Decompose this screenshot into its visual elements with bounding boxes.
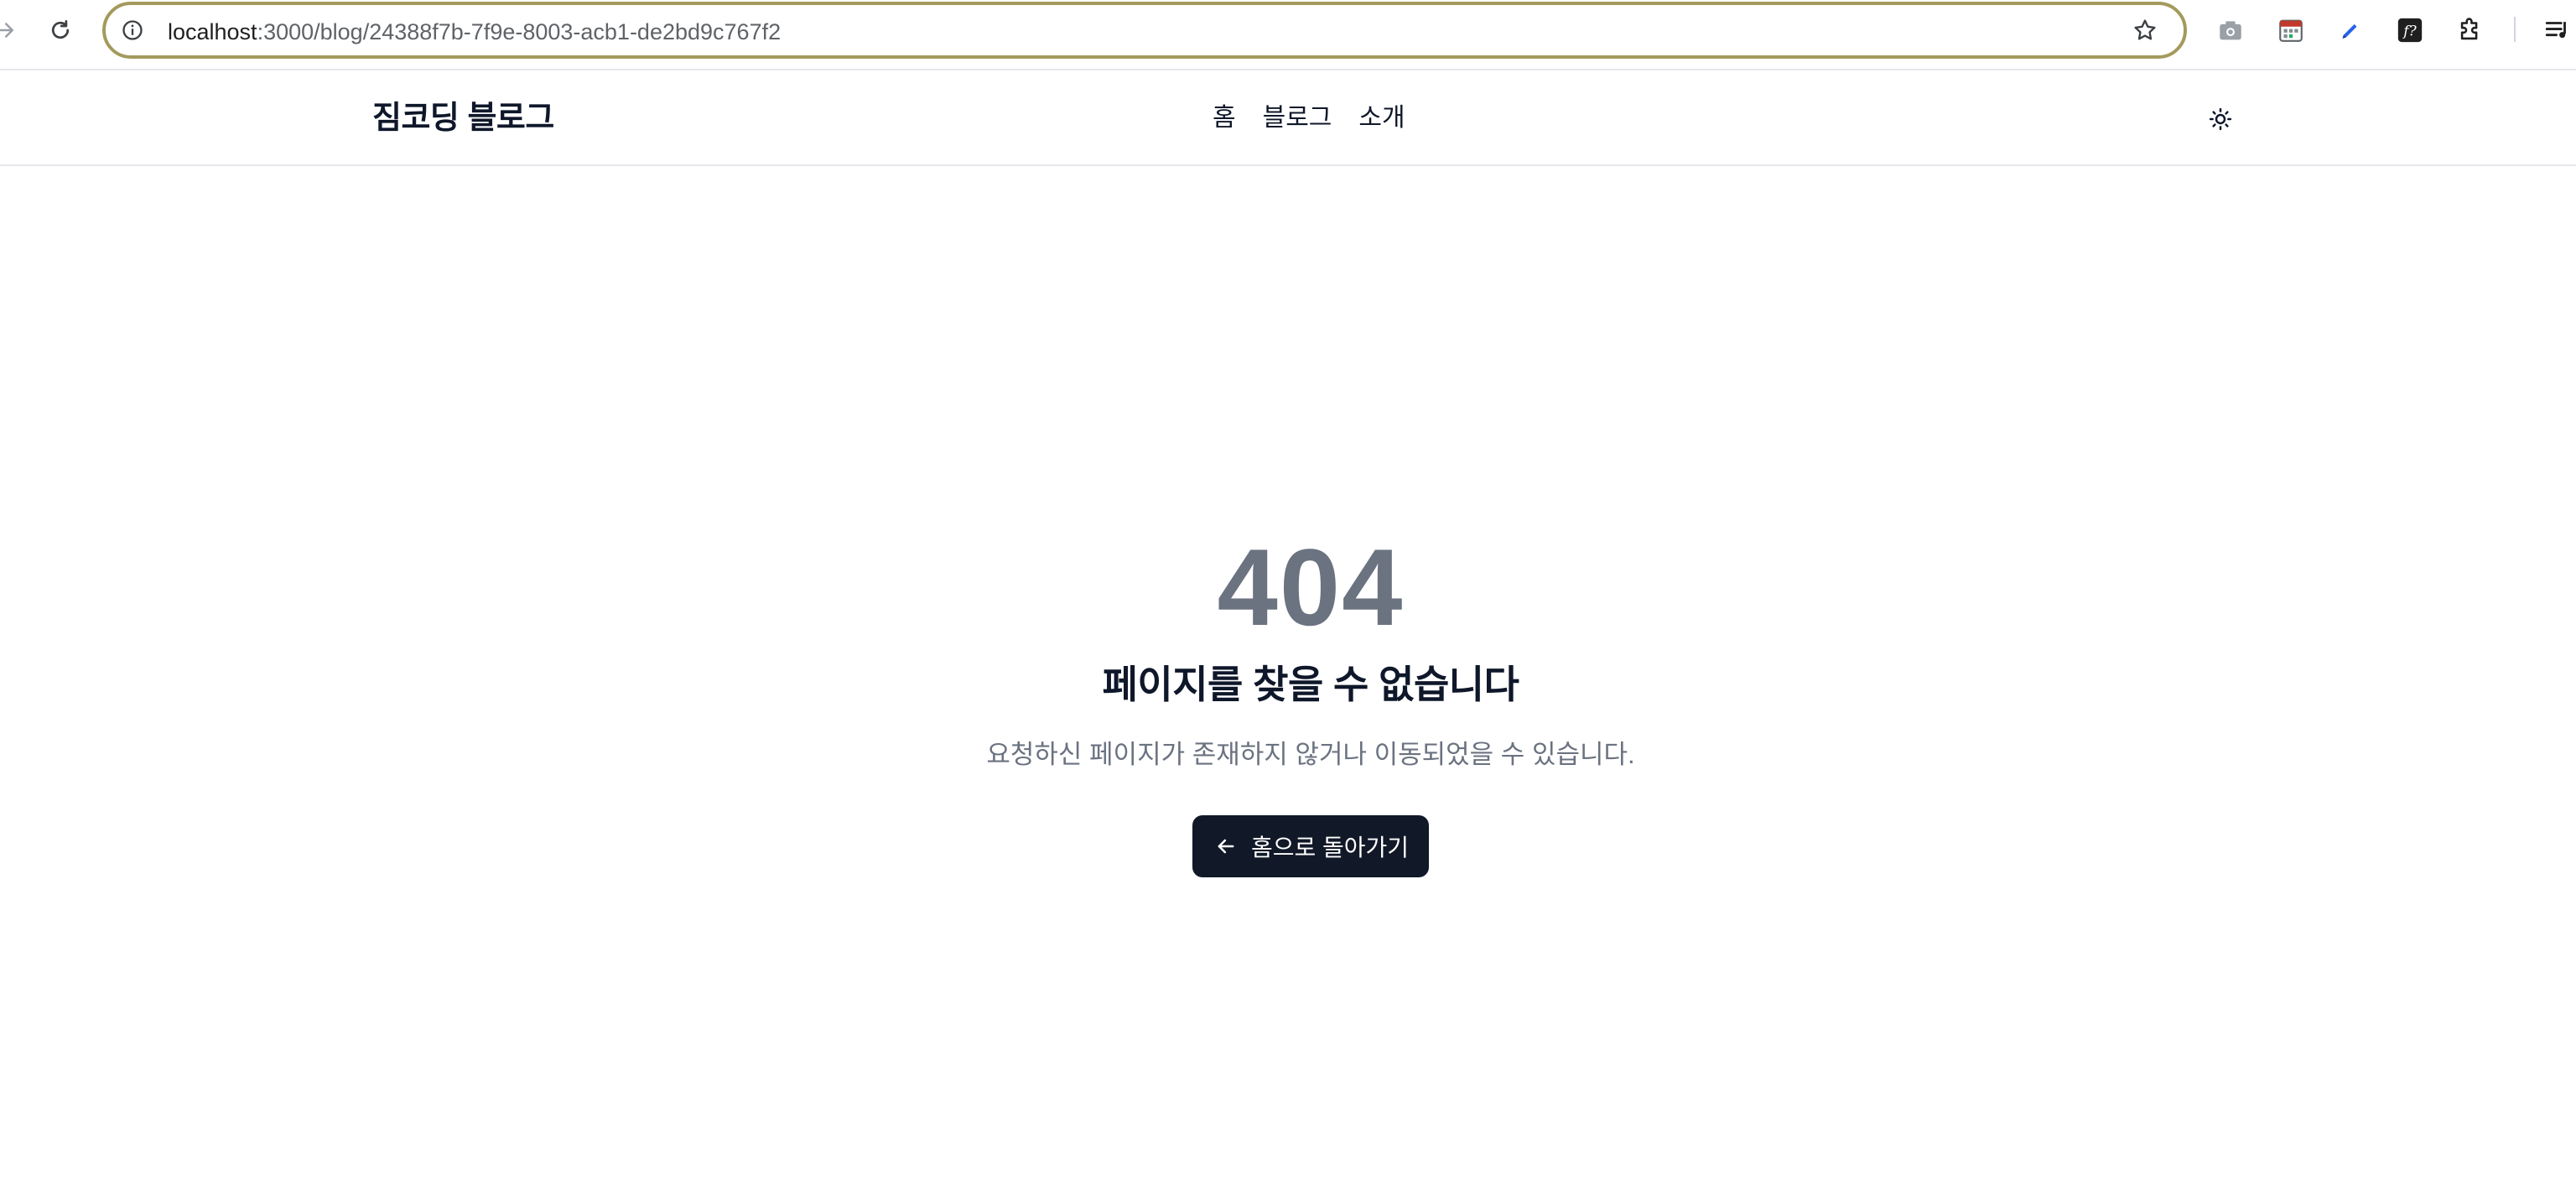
not-found-section: 404 페이지를 찾을 수 없습니다 요청하신 페이지가 존재하지 않거나 이동… — [0, 520, 2576, 877]
reload-button[interactable] — [44, 13, 77, 47]
site-header: 짐코딩 블로그 홈 블로그 소개 — [0, 72, 2576, 166]
camera-icon — [2220, 21, 2241, 40]
toolbar-divider — [2514, 17, 2516, 42]
back-home-button[interactable]: 홈으로 돌아가기 — [1192, 815, 1430, 877]
pen-icon — [2342, 23, 2357, 39]
media-queue-button[interactable] — [2539, 12, 2576, 49]
nav-link-home[interactable]: 홈 — [1213, 97, 1236, 139]
browser-toolbar: localhost:3000/blog/24388f7b-7f9e-8003-a… — [0, 0, 2576, 70]
calendar-icon — [2279, 19, 2303, 42]
error-description: 요청하신 페이지가 존재하지 않거나 이동되었을 수 있습니다. — [986, 740, 1635, 769]
reload-icon — [51, 20, 70, 39]
info-icon[interactable] — [119, 17, 146, 44]
camera-extension-button[interactable] — [2212, 12, 2249, 49]
nav-link-about[interactable]: 소개 — [1358, 97, 1405, 139]
pen-extension-button[interactable] — [2331, 12, 2368, 49]
forward-icon — [0, 23, 13, 38]
fx-icon: f? — [2397, 18, 2423, 43]
nav-link-blog[interactable]: 블로그 — [1263, 97, 1332, 139]
url-text: localhost:3000/blog/24388f7b-7f9e-8003-a… — [168, 19, 782, 44]
forward-button[interactable] — [0, 13, 22, 47]
main-nav: 홈 블로그 소개 — [1213, 97, 1405, 139]
queue-icon — [2545, 22, 2566, 39]
bookmark-star-icon[interactable] — [2130, 15, 2160, 45]
svg-text:f?: f? — [2402, 23, 2417, 39]
fx-extension-button[interactable]: f? — [2392, 12, 2428, 49]
puzzle-icon — [2460, 18, 2478, 40]
theme-toggle-button[interactable] — [2202, 101, 2239, 138]
address-bar[interactable]: localhost:3000/blog/24388f7b-7f9e-8003-a… — [102, 2, 2187, 59]
error-code: 404 — [1217, 526, 1405, 648]
back-home-label: 홈으로 돌아가기 — [1250, 835, 1410, 861]
extensions-button[interactable] — [2452, 12, 2489, 49]
error-title: 페이지를 찾을 수 없습니다 — [1102, 663, 1519, 706]
calendar-extension-button[interactable] — [2272, 12, 2309, 49]
site-logo[interactable]: 짐코딩 블로그 — [372, 97, 554, 139]
sun-icon — [2209, 107, 2232, 131]
arrow-left-icon — [1218, 839, 1234, 854]
